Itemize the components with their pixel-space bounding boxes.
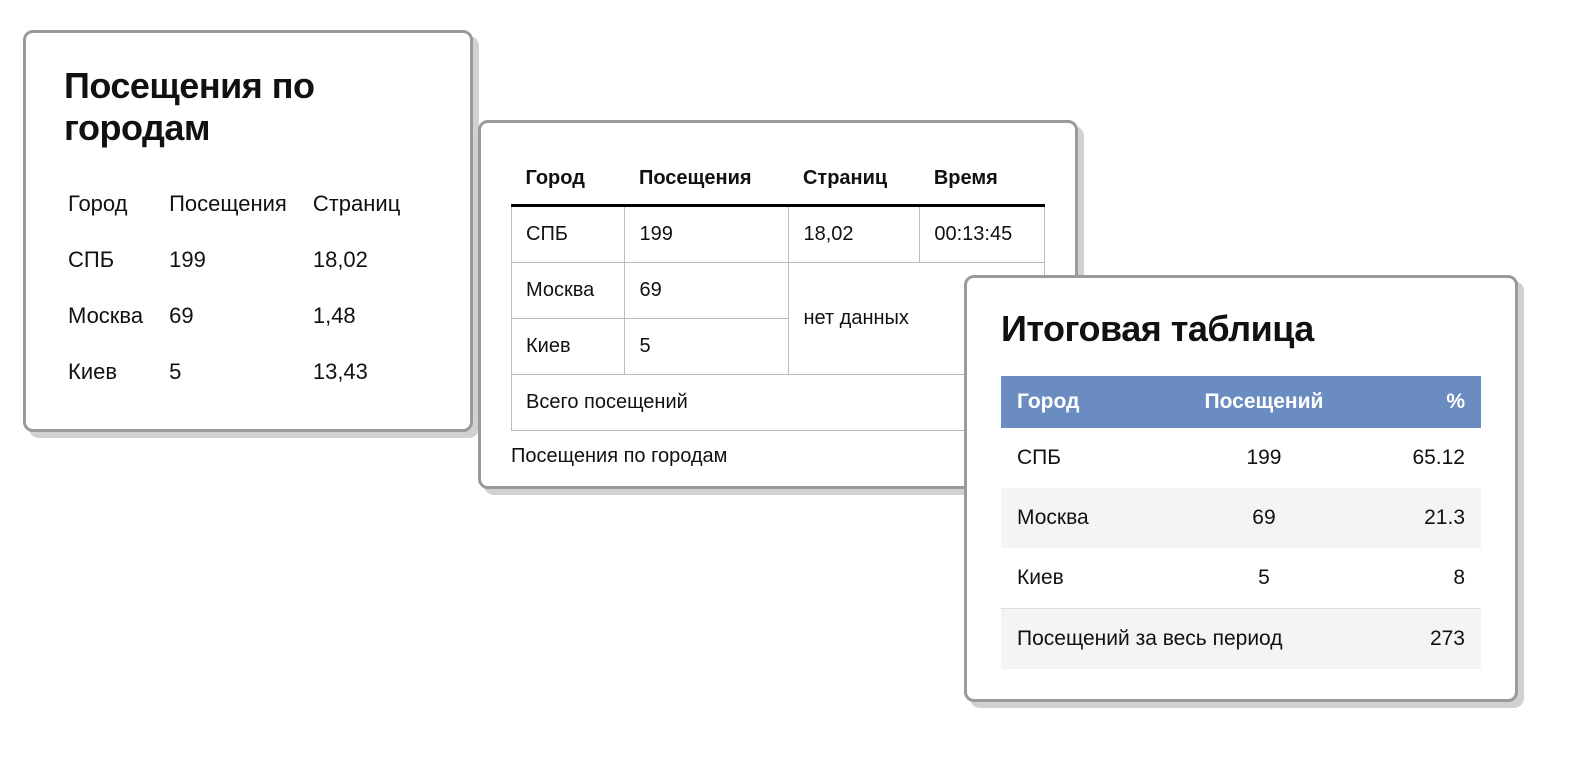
footer-value: 273 bbox=[1375, 609, 1481, 670]
cell-city: СПБ bbox=[1001, 428, 1153, 488]
cell-visits: 69 bbox=[625, 263, 789, 319]
cell-visits: 199 bbox=[1153, 428, 1375, 488]
cell-pages: 18,02 bbox=[311, 233, 422, 287]
col-city: Город bbox=[1001, 376, 1153, 428]
summary-table: Город Посещений % СПБ 199 65.12 Москва 6… bbox=[1001, 376, 1481, 669]
table-row: Киев 5 8 bbox=[1001, 548, 1481, 609]
table-row: СПБ 199 65.12 bbox=[1001, 428, 1481, 488]
cell-city: СПБ bbox=[66, 233, 165, 287]
table-header-row: Город Посещения Страниц Время bbox=[512, 153, 1045, 206]
cell-visits: 199 bbox=[625, 206, 789, 263]
cell-visits: 199 bbox=[167, 233, 309, 287]
col-visits: Посещения bbox=[625, 153, 789, 206]
card-title: Итоговая таблица bbox=[1001, 308, 1481, 350]
cell-pages: 1,48 bbox=[311, 289, 422, 343]
cell-visits: 69 bbox=[167, 289, 309, 343]
col-pct: % bbox=[1375, 376, 1481, 428]
col-pages: Страниц bbox=[311, 177, 422, 231]
col-city: Город bbox=[512, 153, 625, 206]
table-row: Москва 69 21.3 bbox=[1001, 488, 1481, 548]
col-city: Город bbox=[66, 177, 165, 231]
col-visits: Посещения bbox=[167, 177, 309, 231]
cell-visits: 5 bbox=[625, 319, 789, 375]
col-time: Время bbox=[920, 153, 1045, 206]
table-footer-row: Посещений за весь период 273 bbox=[1001, 609, 1481, 670]
cell-city: Киев bbox=[1001, 548, 1153, 609]
cell-time: 00:13:45 bbox=[920, 206, 1045, 263]
col-visits: Посещений bbox=[1153, 376, 1375, 428]
card-title: Посещения по городам bbox=[64, 65, 432, 149]
cell-visits: 69 bbox=[1153, 488, 1375, 548]
visits-by-city-simple-card: Посещения по городам Город Посещения Стр… bbox=[23, 30, 473, 432]
visits-simple-table: Город Посещения Страниц СПБ 199 18,02 Мо… bbox=[64, 175, 424, 401]
cell-pages: 13,43 bbox=[311, 345, 422, 399]
summary-table-card: Итоговая таблица Город Посещений % СПБ 1… bbox=[964, 275, 1518, 702]
cell-pages: 18,02 bbox=[789, 206, 920, 263]
cell-city: Москва bbox=[512, 263, 625, 319]
table-row: СПБ 199 18,02 00:13:45 bbox=[512, 206, 1045, 263]
table-header-row: Город Посещения Страниц bbox=[66, 177, 422, 231]
cell-visits: 5 bbox=[167, 345, 309, 399]
table-row: СПБ 199 18,02 bbox=[66, 233, 422, 287]
cell-city: Москва bbox=[66, 289, 165, 343]
table-row: Киев 5 13,43 bbox=[66, 345, 422, 399]
table-header-row: Город Посещений % bbox=[1001, 376, 1481, 428]
cell-visits: 5 bbox=[1153, 548, 1375, 609]
cell-city: Киев bbox=[66, 345, 165, 399]
cell-pct: 65.12 bbox=[1375, 428, 1481, 488]
cell-pct: 8 bbox=[1375, 548, 1481, 609]
table-row: Москва 69 1,48 bbox=[66, 289, 422, 343]
cell-city: Киев bbox=[512, 319, 625, 375]
cell-pct: 21.3 bbox=[1375, 488, 1481, 548]
col-pages: Страниц bbox=[789, 153, 920, 206]
cell-city: Москва bbox=[1001, 488, 1153, 548]
footer-label: Посещений за весь период bbox=[1001, 609, 1375, 670]
cell-city: СПБ bbox=[512, 206, 625, 263]
